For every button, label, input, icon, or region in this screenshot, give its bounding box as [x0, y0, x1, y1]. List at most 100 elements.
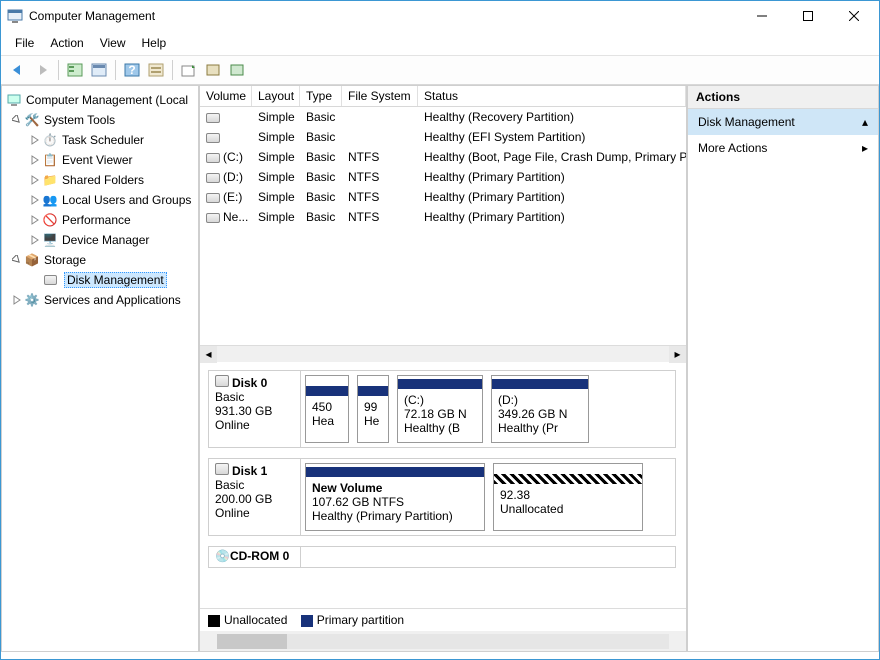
- drive-icon: [206, 213, 220, 223]
- disk-row: Disk 1 Basic 200.00 GB Online New Volume…: [208, 458, 676, 536]
- tree-item[interactable]: 🚫Performance: [2, 210, 198, 230]
- col-type[interactable]: Type: [300, 86, 342, 106]
- volume-row[interactable]: (E:) SimpleBasic NTFSHealthy (Primary Pa…: [200, 187, 686, 207]
- volume-row[interactable]: (D:) SimpleBasic NTFSHealthy (Primary Pa…: [200, 167, 686, 187]
- refresh-button[interactable]: [178, 59, 200, 81]
- scroll-right-icon[interactable]: ▸: [669, 346, 686, 363]
- hscrollbar[interactable]: ◂ ▸: [200, 345, 686, 362]
- menu-view[interactable]: View: [94, 34, 132, 52]
- col-volume[interactable]: Volume: [200, 86, 252, 106]
- disk-row: 💿CD-ROM 0: [208, 546, 676, 568]
- col-fs[interactable]: File System: [342, 86, 418, 106]
- forward-button[interactable]: [31, 59, 53, 81]
- toolbar-icon[interactable]: [145, 59, 167, 81]
- tree-item-icon: 📁: [42, 172, 58, 188]
- cdrom-icon: 💿: [215, 549, 230, 563]
- collapse-icon[interactable]: [28, 153, 42, 167]
- volume-row[interactable]: Ne... SimpleBasic NTFSHealthy (Primary P…: [200, 207, 686, 227]
- collapse-icon[interactable]: [28, 213, 42, 227]
- partition-cap: [306, 467, 484, 477]
- partition[interactable]: (C:) 72.18 GB NHealthy (B: [397, 375, 483, 443]
- menu-action[interactable]: Action: [44, 34, 89, 52]
- center-pane: Volume Layout Type File System Status Si…: [199, 85, 687, 652]
- menu-help[interactable]: Help: [136, 34, 173, 52]
- window-title: Computer Management: [29, 9, 739, 23]
- partition[interactable]: 92.38Unallocated: [493, 463, 643, 531]
- disk-header[interactable]: Disk 1 Basic 200.00 GB Online: [209, 459, 301, 535]
- partition[interactable]: (D:) 349.26 GB NHealthy (Pr: [491, 375, 589, 443]
- tree-systools[interactable]: 🛠️System Tools: [2, 110, 198, 130]
- tree-item[interactable]: 📋Event Viewer: [2, 150, 198, 170]
- help-button[interactable]: ?: [121, 59, 143, 81]
- tree-diskmgmt[interactable]: Disk Management: [2, 270, 198, 290]
- col-status[interactable]: Status: [418, 86, 686, 106]
- services-icon: ⚙️: [24, 292, 40, 308]
- disk-icon: [44, 272, 60, 288]
- partition[interactable]: 450Hea: [305, 375, 349, 443]
- chevron-right-icon: ▸: [862, 141, 868, 155]
- minimize-button[interactable]: [739, 1, 785, 31]
- computer-icon: [6, 92, 22, 108]
- collapse-icon[interactable]: [28, 133, 42, 147]
- tree-services[interactable]: ⚙️Services and Applications: [2, 290, 198, 310]
- app-icon: [7, 8, 23, 24]
- partition-cap: [494, 474, 642, 484]
- tree-item-icon: 👥: [42, 192, 58, 208]
- main-area: Computer Management (Local 🛠️System Tool…: [1, 85, 879, 652]
- scroll-left-icon[interactable]: ◂: [200, 346, 217, 363]
- toolbar: ?: [1, 56, 879, 85]
- title-bar: Computer Management: [1, 1, 879, 31]
- show-hide-tree-button[interactable]: [64, 59, 86, 81]
- collapse-icon[interactable]: [10, 293, 24, 307]
- collapse-icon[interactable]: [28, 173, 42, 187]
- col-layout[interactable]: Layout: [252, 86, 300, 106]
- back-button[interactable]: [7, 59, 29, 81]
- partition-cap: [398, 379, 482, 389]
- properties-button[interactable]: [88, 59, 110, 81]
- partition-cap: [492, 379, 588, 389]
- partition[interactable]: New Volume 107.62 GB NTFSHealthy (Primar…: [305, 463, 485, 531]
- actions-title[interactable]: Disk Management ▴: [688, 109, 878, 135]
- partition-cap: [306, 386, 348, 396]
- actions-header: Actions: [688, 86, 878, 109]
- maximize-button[interactable]: [785, 1, 831, 31]
- expand-icon[interactable]: [10, 253, 24, 267]
- drive-icon: [206, 113, 220, 123]
- close-button[interactable]: [831, 1, 877, 31]
- volume-row[interactable]: SimpleBasic Healthy (EFI System Partitio…: [200, 127, 686, 147]
- tree-item[interactable]: 📁Shared Folders: [2, 170, 198, 190]
- partition[interactable]: 99He: [357, 375, 389, 443]
- expand-icon[interactable]: [10, 113, 24, 127]
- menu-bar: File Action View Help: [1, 31, 879, 56]
- tree-item-icon: 📋: [42, 152, 58, 168]
- tree-item[interactable]: ⏱️Task Scheduler: [2, 130, 198, 150]
- toolbar-icon-3[interactable]: [226, 59, 248, 81]
- disk-header[interactable]: 💿CD-ROM 0: [209, 547, 301, 567]
- collapse-icon: ▴: [862, 115, 868, 129]
- menu-file[interactable]: File: [9, 34, 40, 52]
- volume-row[interactable]: (C:) SimpleBasic NTFSHealthy (Boot, Page…: [200, 147, 686, 167]
- tree-pane: Computer Management (Local 🛠️System Tool…: [1, 85, 199, 652]
- collapse-icon[interactable]: [28, 233, 42, 247]
- tree-item-icon: ⏱️: [42, 132, 58, 148]
- volume-row[interactable]: SimpleBasic Healthy (Recovery Partition): [200, 107, 686, 127]
- tree-item-icon: 🚫: [42, 212, 58, 228]
- tree-root[interactable]: Computer Management (Local: [2, 90, 198, 110]
- svg-text:?: ?: [128, 63, 135, 77]
- drive-icon: [215, 375, 229, 387]
- disk-map: Disk 0 Basic 931.30 GB Online 450Hea 99H…: [200, 362, 686, 608]
- drive-icon: [206, 153, 220, 163]
- tree-storage[interactable]: 📦Storage: [2, 250, 198, 270]
- tree-item[interactable]: 👥Local Users and Groups: [2, 190, 198, 210]
- actions-more[interactable]: More Actions ▸: [688, 135, 878, 161]
- partition-cap: [358, 386, 388, 396]
- tree-item[interactable]: 🖥️Device Manager: [2, 230, 198, 250]
- drive-icon: [215, 463, 229, 475]
- disk-header[interactable]: Disk 0 Basic 931.30 GB Online: [209, 371, 301, 447]
- tree-item-icon: 🖥️: [42, 232, 58, 248]
- toolbar-icon-2[interactable]: [202, 59, 224, 81]
- bottom-scrollbar[interactable]: [200, 631, 686, 651]
- collapse-icon[interactable]: [28, 193, 42, 207]
- volume-list: SimpleBasic Healthy (Recovery Partition)…: [200, 107, 686, 345]
- drive-icon: [206, 173, 220, 183]
